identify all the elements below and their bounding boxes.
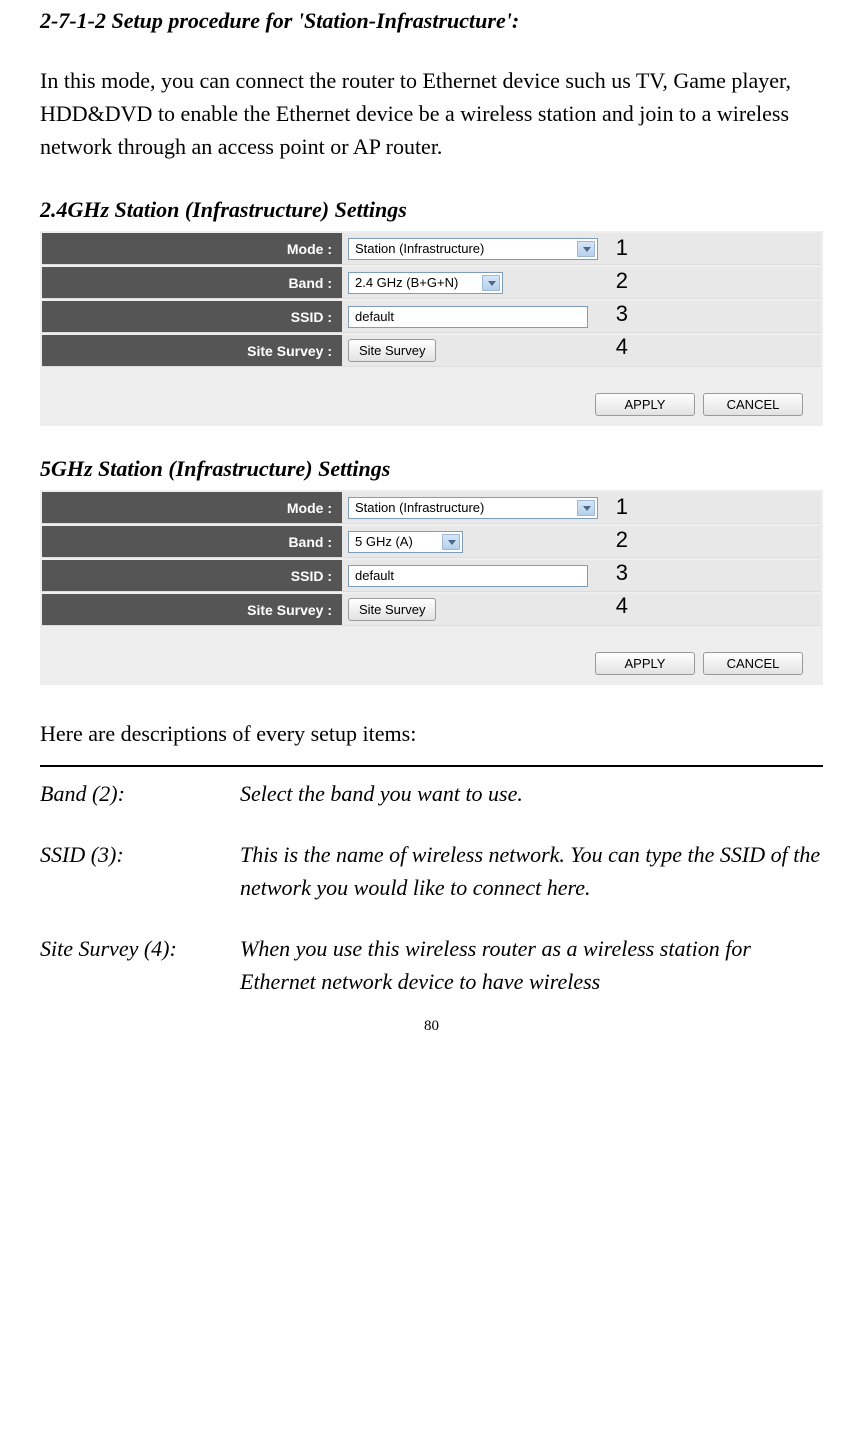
chevron-down-icon (583, 247, 591, 252)
band-select[interactable]: 2.4 GHz (B+G+N) (348, 272, 503, 294)
ssid-input[interactable] (348, 565, 588, 587)
ssid-label: SSID : (42, 301, 342, 332)
page-number: 80 (40, 1018, 823, 1035)
annotation-4: 4 (616, 334, 628, 360)
band-label: Band : (42, 267, 342, 298)
desc-band-label: Band (2): (40, 777, 240, 810)
chevron-down-icon (583, 506, 591, 511)
ssid-input[interactable] (348, 306, 588, 328)
desc-ssid-label: SSID (3): (40, 838, 240, 904)
panel-24ghz-title: 2.4GHz Station (Infrastructure) Settings (40, 197, 823, 223)
cancel-button[interactable]: CANCEL (703, 393, 803, 416)
annotation-1: 1 (616, 494, 628, 520)
descriptions-intro: Here are descriptions of every setup ite… (40, 721, 823, 747)
annotation-4: 4 (616, 593, 628, 619)
chevron-down-icon (448, 540, 456, 545)
panel-5ghz: Mode : Station (Infrastructure) Band : 5… (40, 490, 823, 685)
site-survey-button[interactable]: Site Survey (348, 339, 436, 362)
site-survey-label: Site Survey : (42, 335, 342, 366)
intro-paragraph: In this mode, you can connect the router… (40, 64, 823, 163)
desc-band-value: Select the band you want to use. (240, 777, 823, 810)
apply-button[interactable]: APPLY (595, 393, 695, 416)
site-survey-button[interactable]: Site Survey (348, 598, 436, 621)
cancel-button[interactable]: CANCEL (703, 652, 803, 675)
band-select-value: 2.4 GHz (B+G+N) (355, 275, 458, 290)
apply-button[interactable]: APPLY (595, 652, 695, 675)
desc-ssid-value: This is the name of wireless network. Yo… (240, 838, 823, 904)
band-label: Band : (42, 526, 342, 557)
chevron-down-icon (488, 281, 496, 286)
annotation-3: 3 (616, 560, 628, 586)
mode-label: Mode : (42, 233, 342, 264)
mode-select[interactable]: Station (Infrastructure) (348, 238, 598, 260)
mode-label: Mode : (42, 492, 342, 523)
annotation-2: 2 (616, 268, 628, 294)
band-select-value: 5 GHz (A) (355, 534, 413, 549)
annotation-3: 3 (616, 301, 628, 327)
desc-survey-value: When you use this wireless router as a w… (240, 932, 823, 998)
desc-survey-label: Site Survey (4): (40, 932, 240, 998)
annotation-2: 2 (616, 527, 628, 553)
mode-select-value: Station (Infrastructure) (355, 241, 484, 256)
site-survey-label: Site Survey : (42, 594, 342, 625)
band-select[interactable]: 5 GHz (A) (348, 531, 463, 553)
panel-5ghz-title: 5GHz Station (Infrastructure) Settings (40, 456, 823, 482)
mode-select[interactable]: Station (Infrastructure) (348, 497, 598, 519)
mode-select-value: Station (Infrastructure) (355, 500, 484, 515)
section-title: 2-7-1-2 Setup procedure for 'Station-Inf… (40, 8, 823, 34)
panel-24ghz: Mode : Station (Infrastructure) Band : 2… (40, 231, 823, 426)
annotation-1: 1 (616, 235, 628, 261)
divider (40, 765, 823, 767)
ssid-label: SSID : (42, 560, 342, 591)
